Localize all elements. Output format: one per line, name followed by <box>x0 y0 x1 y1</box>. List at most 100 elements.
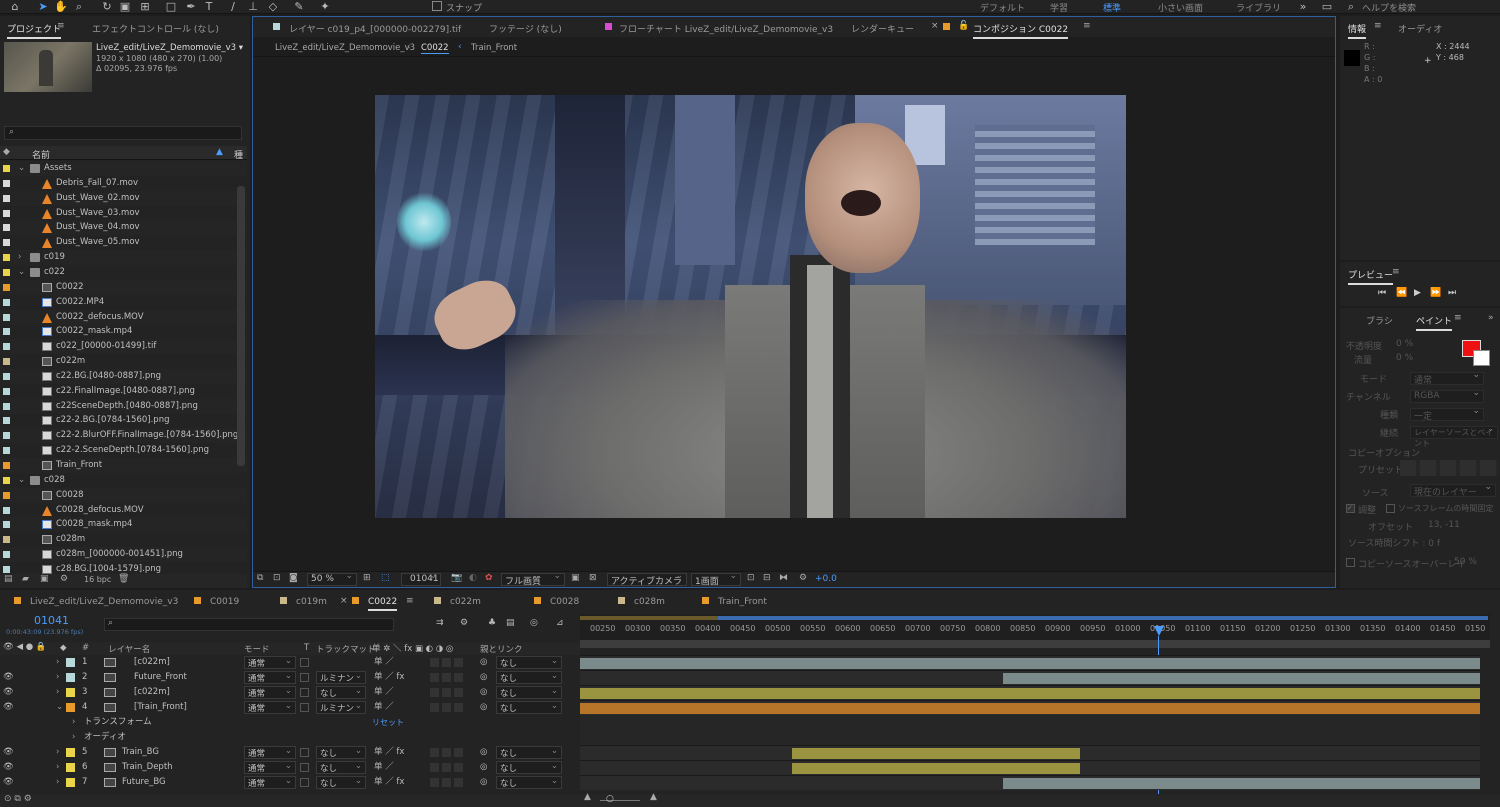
mask-view-icon[interactable]: ◙ <box>289 573 298 583</box>
track-matte-select[interactable]: ルミナン <box>316 699 366 714</box>
background-color-swatch[interactable] <box>1473 350 1490 366</box>
play-icon[interactable]: ▶ <box>1414 288 1421 298</box>
help-search-input[interactable]: ヘルプを検索 <box>1362 1 1416 14</box>
chevron-right-icon[interactable]: › <box>56 655 59 670</box>
comp-mini-flowchart-icon[interactable]: ⇉ <box>436 618 444 628</box>
label-color-swatch[interactable] <box>3 283 10 291</box>
parent-select[interactable]: なし <box>496 744 562 759</box>
parent-select[interactable]: なし <box>496 759 562 774</box>
puppet-tool-icon[interactable]: ✦ <box>318 0 332 14</box>
layer-switches[interactable]: 单 ／ <box>374 700 394 715</box>
track-matte-select[interactable]: なし <box>316 774 366 789</box>
next-frame-icon[interactable]: ⏩ <box>1430 288 1441 298</box>
layer-switches-icon[interactable]: ⊙ ⧉ ⚙ <box>4 794 32 804</box>
layer-name[interactable]: [c022m] <box>134 655 170 670</box>
timeline-tab[interactable]: C0022 <box>368 597 398 611</box>
current-time-display[interactable]: 01041 <box>401 571 441 586</box>
selection-tool-icon[interactable]: ➤ <box>36 0 50 14</box>
layer-row[interactable]: 👁›6Train_Depth通常なし单 ／◎なし <box>0 759 1500 775</box>
workspace-learn[interactable]: 学習 <box>1050 1 1068 14</box>
shy-layers-icon[interactable]: ♣ <box>488 618 496 628</box>
tab-flowchart[interactable]: フローチャート LiveZ_edit/LiveZ_Demomovie_v3 <box>619 22 833 35</box>
layer-duration-bar[interactable] <box>580 658 1480 669</box>
project-item[interactable]: Dust_Wave_05.mov <box>0 235 247 250</box>
camera-select[interactable]: アクティブカメラ <box>607 571 687 587</box>
label-color-swatch[interactable] <box>3 432 10 440</box>
preserve-transparency-checkbox[interactable] <box>300 688 309 697</box>
duration-select[interactable]: レイヤーソースとペイント <box>1410 424 1498 448</box>
interpret-footage-icon[interactable]: ▤ <box>4 574 13 584</box>
tab-preview[interactable]: プレビュー <box>1348 268 1394 285</box>
project-item[interactable]: c028m_[000000-001451].png <box>0 547 247 563</box>
layer-name[interactable]: Future_BG <box>122 775 166 790</box>
panel-menu-icon[interactable]: ≡ <box>1454 313 1462 323</box>
label-color-swatch[interactable] <box>3 179 10 187</box>
grid-icon[interactable]: ⊞ <box>363 573 371 583</box>
panel-menu-icon[interactable]: ≡ <box>1374 21 1382 31</box>
bit-depth-button[interactable]: 16 bpc <box>84 575 111 584</box>
timeline-current-time[interactable]: 01041 <box>34 614 69 627</box>
lock-icon[interactable]: 🔓 <box>958 21 969 31</box>
parent-pickwhip-icon[interactable]: ◎ <box>480 670 487 685</box>
track-matte-select[interactable]: なし <box>316 744 366 759</box>
label-color-swatch[interactable] <box>3 254 10 262</box>
workspace-standard[interactable]: 標準 <box>1103 1 1121 14</box>
project-item[interactable]: Dust_Wave_03.mov <box>0 206 247 221</box>
sync-icon[interactable]: ▭ <box>1320 0 1334 14</box>
parent-pickwhip-icon[interactable]: ◎ <box>480 760 487 775</box>
visibility-eye-icon[interactable]: 👁 <box>3 685 14 700</box>
project-item[interactable]: c022m <box>0 354 247 369</box>
tab-render-queue[interactable]: レンダーキュー <box>851 22 914 35</box>
project-item[interactable]: c22.BG.[0480-0887].png <box>0 368 247 384</box>
project-item[interactable]: c22-2.BlurOFF.FinalImage.[0784-1560].png <box>0 428 247 444</box>
clone-overlay-value[interactable]: 50 % <box>1454 557 1477 567</box>
label-color-swatch[interactable] <box>3 372 10 380</box>
parent-select[interactable]: なし <box>496 654 562 669</box>
breadcrumb-child[interactable]: Train_Front <box>471 43 517 53</box>
track-matte-select[interactable]: なし <box>316 759 366 774</box>
preserve-transparency-checkbox[interactable] <box>300 658 309 667</box>
label-color-swatch[interactable] <box>3 476 10 484</box>
project-search-input[interactable]: ⌕ <box>4 126 242 140</box>
toggle-pixel-aspect-icon[interactable]: ⊡ <box>747 573 755 583</box>
zoom-select[interactable]: 50 % <box>307 571 357 586</box>
transparency-grid-icon[interactable]: ⊠ <box>589 573 597 583</box>
label-color-swatch[interactable] <box>3 165 10 172</box>
zoom-tool-icon[interactable]: ⌕ <box>72 0 86 14</box>
visibility-eye-icon[interactable]: 👁 <box>3 670 14 685</box>
chevron-down-icon[interactable]: ⌄ <box>18 265 25 280</box>
timeline-tab[interactable]: C0028 <box>550 597 579 607</box>
layer-mode-select[interactable]: 通常 <box>244 699 296 714</box>
new-folder-icon[interactable]: ▰ <box>22 574 29 584</box>
tab-composition[interactable]: コンポジション C0022 <box>973 22 1069 39</box>
preserve-transparency-checkbox[interactable] <box>300 778 309 787</box>
pen-tool-icon[interactable]: ✒ <box>184 0 198 14</box>
layer-switch-boxes[interactable] <box>430 778 466 787</box>
track-matte-select[interactable]: なし <box>316 684 366 699</box>
parent-select[interactable]: なし <box>496 669 562 684</box>
layer-row[interactable]: 👁 ⌄ 4 [Train_Front] 通常 ルミナン单 ／ ◎ なし <box>0 699 1500 715</box>
layer-label-swatch[interactable] <box>66 763 75 772</box>
label-color-swatch[interactable] <box>3 536 10 544</box>
label-color-swatch[interactable] <box>3 209 10 217</box>
graph-editor-icon[interactable]: ⊿ <box>556 618 564 628</box>
region-of-interest-icon[interactable]: ⬚ <box>381 573 390 583</box>
layer-switches[interactable]: 单 ／ fx <box>374 775 404 790</box>
previous-frame-icon[interactable]: ⏪ <box>1396 288 1407 298</box>
type-tool-icon[interactable]: T <box>202 0 216 14</box>
project-item[interactable]: c22-2.SceneDepth.[0784-1560].png <box>0 443 247 458</box>
method-select[interactable]: 一定 <box>1410 406 1484 422</box>
exposure-value[interactable]: +0.0 <box>815 574 837 584</box>
layer-switch-boxes[interactable] <box>430 748 466 757</box>
label-color-swatch[interactable] <box>3 491 10 499</box>
workspace-libraries[interactable]: ライブラリ <box>1236 1 1281 14</box>
label-color-swatch[interactable] <box>3 462 10 469</box>
show-snapshot-icon[interactable]: ◐ <box>469 573 477 583</box>
layer-row[interactable]: 👁›7Future_BG通常なし单 ／ fx◎なし <box>0 774 1500 790</box>
layer-switch-boxes[interactable] <box>430 763 466 772</box>
parent-pickwhip-icon[interactable]: ◎ <box>480 685 487 700</box>
project-settings-icon[interactable]: ⚙ <box>60 574 68 584</box>
close-tab-icon[interactable]: × <box>931 21 939 31</box>
preserve-transparency-checkbox[interactable] <box>300 763 309 772</box>
layer-switch-boxes[interactable] <box>430 688 466 697</box>
